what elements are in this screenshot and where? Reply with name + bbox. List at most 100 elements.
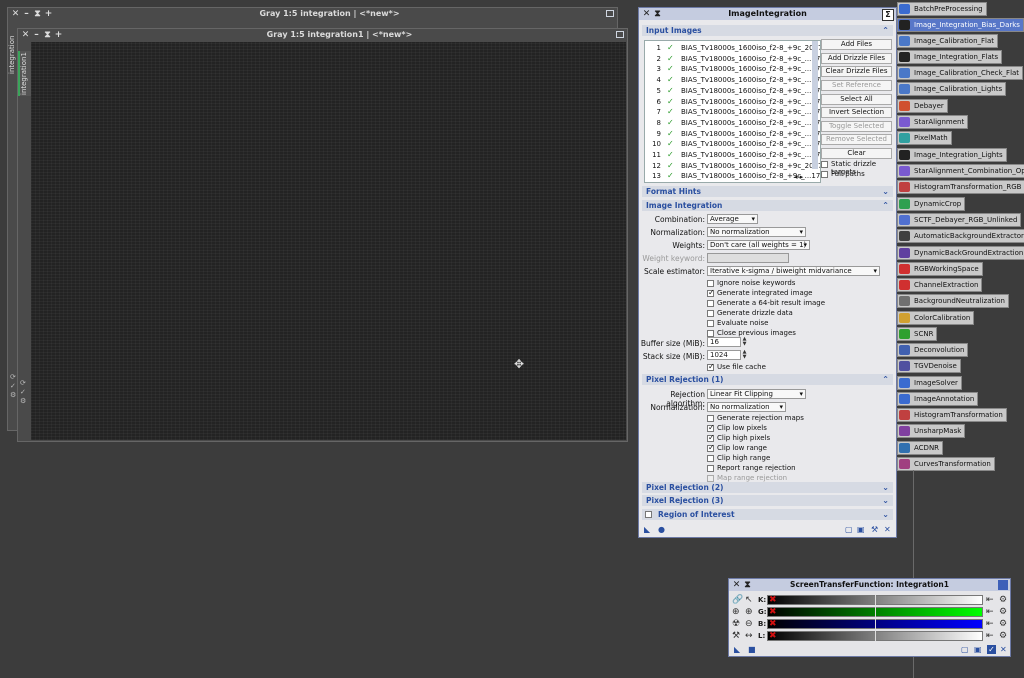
process-icon-item[interactable]: UnsharpMask	[897, 424, 966, 438]
stack-size-field[interactable]: 1024	[707, 350, 741, 360]
remove-selected-button[interactable]: Remove Selected	[821, 134, 892, 145]
clip-marker-icon[interactable]: ✖	[769, 596, 777, 605]
screen-transfer-function-panel[interactable]: ScreenTransferFunction: Integration1 ✕ ⧗ …	[728, 578, 1011, 657]
expand-icon[interactable]: ⌄	[882, 509, 889, 520]
stack-size-spinner-icon[interactable]: ▲ ▼	[741, 350, 748, 360]
close-icon[interactable]: ✕	[641, 8, 652, 20]
file-enabled-check-icon[interactable]: ✓	[667, 75, 674, 86]
toggle-selected-button[interactable]: Toggle Selected	[821, 121, 892, 132]
process-icon-item[interactable]: Image_Integration_Lights	[897, 148, 1007, 162]
reset-icon[interactable]: ✕	[1000, 645, 1007, 654]
process-icon-item[interactable]: Image_Calibration_Lights	[897, 82, 1007, 96]
shade-icon[interactable]: ⧗	[32, 8, 43, 20]
shade-icon[interactable]: ⧗	[652, 8, 663, 20]
process-icon-item[interactable]: SCNR	[897, 327, 938, 341]
file-row[interactable]: 8 ✓ BIAS_Tv18000s_1600iso_f2-8_+9c_...1701…	[645, 118, 820, 129]
midtone-marker[interactable]	[875, 631, 876, 641]
reset-channel-icon[interactable]: ⇤	[986, 607, 994, 617]
rejection-option-checkbox[interactable]	[707, 475, 714, 482]
list-scrollbar[interactable]	[812, 41, 818, 169]
process-icon-item[interactable]: Image_Calibration_Check_Flat	[897, 66, 1024, 80]
rejection-option-checkbox[interactable]	[707, 455, 714, 462]
file-enabled-check-icon[interactable]: ✓	[667, 129, 674, 140]
rejection-option-checkbox[interactable]	[707, 433, 715, 442]
file-enabled-check-icon[interactable]: ✓	[667, 43, 674, 54]
window-maximize-icon[interactable]	[606, 10, 614, 17]
process-icon-item[interactable]: ChannelExtraction	[897, 278, 983, 292]
rejection-normalization-select[interactable]: No normalization	[707, 402, 786, 412]
wrench-icon[interactable]: ⚒	[732, 631, 740, 641]
file-row[interactable]: 3 ✓ BIAS_Tv18000s_1600iso_f2-8_+9c_...1701…	[645, 64, 820, 75]
expand-icon[interactable]: ⌄	[882, 495, 889, 506]
section-region-of-interest[interactable]: Region of Interest ⌄	[642, 509, 893, 520]
link-icon[interactable]: 🔗	[732, 595, 743, 605]
clear-drizzle-files-button[interactable]: Clear Drizzle Files	[821, 66, 892, 77]
apply-icon[interactable]: ■	[748, 645, 756, 654]
check-icon[interactable]: ✓	[987, 645, 996, 654]
wrench-icon[interactable]: ⚒	[871, 525, 878, 534]
process-icon-item[interactable]: Image_Integration_Bias_Darks	[897, 18, 1024, 32]
zoom-out-icon[interactable]: ⊖	[745, 619, 753, 629]
set-reference-button[interactable]: Set Reference	[821, 80, 892, 91]
process-icon-item[interactable]: StarAlignment_Combination_Opt	[897, 164, 1024, 178]
edit-doc-icon[interactable]: ▣	[857, 525, 865, 534]
clip-marker-icon[interactable]: ✖	[769, 608, 777, 617]
section-image-integration[interactable]: Image Integration ⌃	[642, 200, 893, 211]
file-row[interactable]: 9 ✓ BIAS_Tv18000s_1600iso_f2-8_+9c_...1701…	[645, 129, 820, 140]
file-row[interactable]: 6 ✓ BIAS_Tv18000s_1600iso_f2-8_+9c_...1701…	[645, 97, 820, 108]
process-icon-item[interactable]: Image_Calibration_Flat	[897, 34, 999, 48]
rejection-option-checkbox[interactable]	[707, 415, 714, 422]
option-checkbox[interactable]	[707, 320, 714, 327]
file-row[interactable]: 12 ✓ BIAS_Tv18000s_1600iso_f2-8_+9c_201701…	[645, 161, 820, 172]
option-checkbox[interactable]	[707, 300, 714, 307]
maximize-plus-icon[interactable]: +	[43, 8, 54, 20]
apply-global-icon[interactable]: ●	[658, 525, 665, 534]
browse-doc-icon[interactable]: ▢	[961, 645, 969, 654]
static-drizzle-checkbox[interactable]	[821, 161, 828, 168]
file-row[interactable]: 1 ✓ BIAS_Tv18000s_1600iso_f2-8_+9c_2017013	[645, 43, 820, 54]
rejection-option-checkbox[interactable]	[707, 443, 715, 452]
buffer-size-field[interactable]: 16	[707, 337, 741, 347]
process-icon-item[interactable]: DynamicCrop	[897, 197, 966, 211]
process-icon-item[interactable]: HistogramTransformation_RGB	[897, 180, 1024, 194]
section-pixel-rejection-2[interactable]: Pixel Rejection (2) ⌄	[642, 482, 893, 493]
file-row[interactable]: 4 ✓ BIAS_Tv18000s_1600iso_f2-8_+9c_...1701…	[645, 75, 820, 86]
section-format-hints[interactable]: Format Hints ⌄	[642, 186, 893, 197]
clip-marker-icon[interactable]: ✖	[769, 632, 777, 641]
file-row[interactable]: 2 ✓ BIAS_Tv18000s_1600iso_f2-8_+9c_...1701…	[645, 54, 820, 65]
option-checkbox[interactable]	[707, 288, 715, 297]
close-icon[interactable]: ✕	[731, 579, 742, 591]
midtone-marker[interactable]	[875, 595, 876, 605]
process-icon-item[interactable]: StarAlignment	[897, 115, 969, 129]
file-row[interactable]: 5 ✓ BIAS_Tv18000s_1600iso_f2-8_+9c_...1701…	[645, 86, 820, 97]
maximize-plus-icon[interactable]: +	[53, 29, 64, 41]
window-controls[interactable]: ✕ – ⧗ +	[10, 8, 54, 20]
file-enabled-check-icon[interactable]: ✓	[667, 171, 674, 182]
file-row[interactable]: 11 ✓ BIAS_Tv18000s_1600iso_f2-8_+9c_...170…	[645, 150, 820, 161]
rejection-algorithm-select[interactable]: Linear Fit Clipping	[707, 389, 806, 399]
minimize-icon[interactable]: –	[21, 8, 32, 20]
reset-channel-icon[interactable]: ⇤	[986, 631, 994, 641]
image-window-integration1[interactable]: ✕ – ⧗ + Gray 1:5 integration1 | <*new*> int…	[17, 28, 628, 442]
process-icon-item[interactable]: DynamicBackGroundExtraction	[897, 246, 1024, 260]
auto-stretch-icon[interactable]: ☢	[732, 619, 740, 629]
settings-icon[interactable]: ⚙	[10, 391, 16, 400]
lock-icon[interactable]: ✓	[10, 382, 16, 391]
shade-icon[interactable]: ⧗	[742, 579, 753, 591]
view-tab-integration1[interactable]: integration1	[18, 51, 32, 96]
file-enabled-check-icon[interactable]: ✓	[667, 64, 674, 75]
file-enabled-check-icon[interactable]: ✓	[667, 86, 674, 97]
input-images-list[interactable]: 1 ✓ BIAS_Tv18000s_1600iso_f2-8_+9c_2017013…	[644, 40, 821, 183]
option-checkbox[interactable]	[707, 330, 714, 337]
normalization-select[interactable]: No normalization	[707, 227, 806, 237]
file-enabled-check-icon[interactable]: ✓	[667, 107, 674, 118]
sigma-icon[interactable]: Σ	[882, 9, 894, 21]
midtone-marker[interactable]	[875, 607, 876, 617]
file-enabled-check-icon[interactable]: ✓	[667, 97, 674, 108]
process-icon-item[interactable]: HistogramTransformation	[897, 408, 1007, 422]
browse-doc-icon[interactable]: ▢	[845, 525, 853, 534]
use-file-cache-checkbox[interactable]	[707, 362, 715, 371]
process-icon-item[interactable]: CurvesTransformation	[897, 457, 995, 471]
process-icon-item[interactable]: RGBWorkingSpace	[897, 262, 983, 276]
scroll-arrows-icon[interactable]: ◂ ▸	[794, 173, 803, 181]
